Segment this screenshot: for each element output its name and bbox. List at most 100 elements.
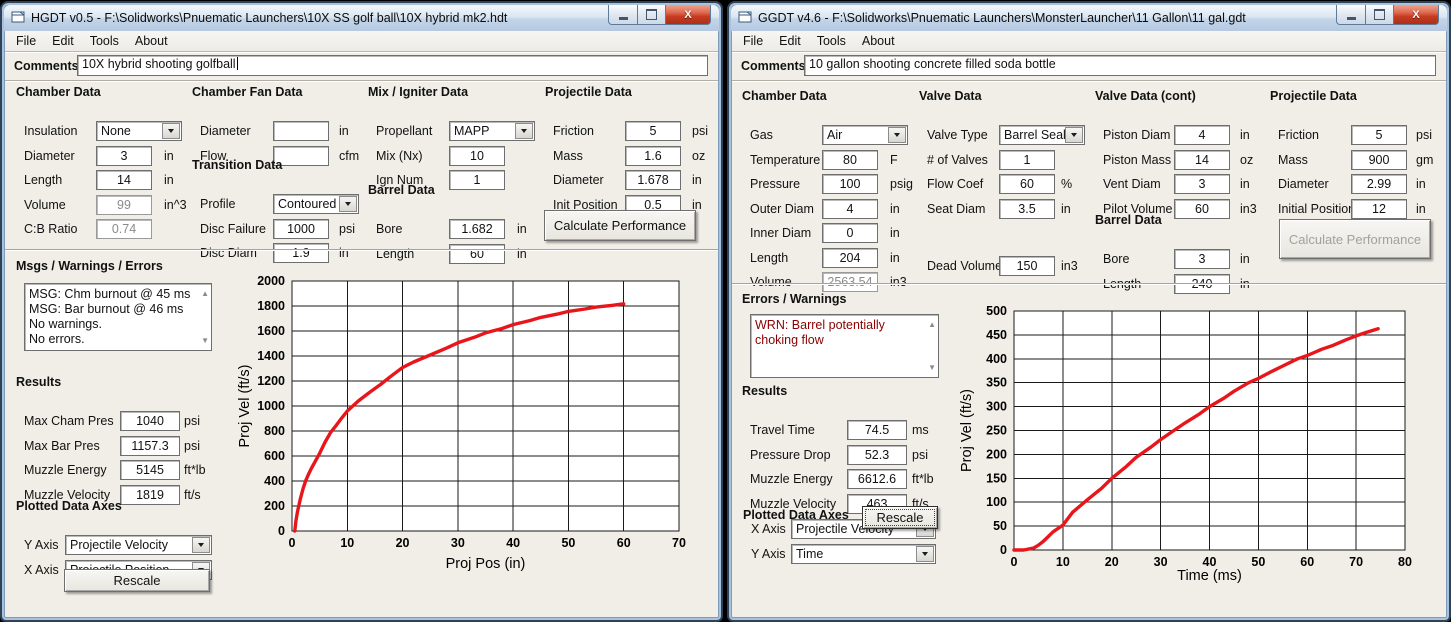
errors-box[interactable]: WRN: Barrel potentially choking flow ▲ ▼ <box>750 314 939 378</box>
menu-about[interactable]: About <box>854 34 903 48</box>
close-button[interactable]: X <box>1394 5 1439 25</box>
x-tick-label: 30 <box>451 536 465 550</box>
proj-mass-field[interactable]: 900 <box>1351 150 1407 170</box>
y-axis-dropdown[interactable]: Time <box>791 544 936 564</box>
piston-diam-field[interactable]: 4 <box>1174 125 1230 145</box>
profile-dropdown[interactable]: Contoured <box>273 194 359 214</box>
vent-diam-unit: in <box>1240 177 1250 191</box>
rescale-button[interactable]: Rescale <box>862 506 938 529</box>
pressure-field[interactable]: 100 <box>822 174 878 194</box>
pressure-drop-field[interactable]: 52.3 <box>847 445 907 465</box>
temperature-field[interactable]: 80 <box>822 150 878 170</box>
scroll-down-icon[interactable]: ▼ <box>201 333 209 348</box>
chevron-down-icon[interactable] <box>1065 127 1083 143</box>
disc-failure-unit: psi <box>339 222 355 236</box>
flow-coef-field[interactable]: 60 <box>999 174 1055 194</box>
menu-tools[interactable]: Tools <box>82 34 127 48</box>
seat-diam-row: Seat Diam3.5in <box>919 199 1101 224</box>
menu-about[interactable]: About <box>127 34 176 48</box>
scroll-up-icon[interactable]: ▲ <box>928 317 936 332</box>
chamber-fan-header: Chamber Fan Data <box>192 85 374 99</box>
travel-time-field[interactable]: 74.5 <box>847 420 907 440</box>
section-results: Results Max Cham Pres1040psiMax Bar Pres… <box>16 375 198 509</box>
mix-nx-field[interactable]: 10 <box>449 146 505 166</box>
friction-field[interactable]: 5 <box>1351 125 1407 145</box>
maximize-button[interactable] <box>637 5 666 25</box>
profile-row: ProfileContoured <box>192 194 374 219</box>
chevron-down-icon[interactable] <box>339 196 357 212</box>
window-title: HGDT v0.5 - F:\Solidworks\Pnuematic Laun… <box>31 11 507 25</box>
menu-edit[interactable]: Edit <box>771 34 809 48</box>
chamber-length-field[interactable]: 14 <box>96 170 152 190</box>
bore-field[interactable]: 1.682 <box>449 219 505 239</box>
max-bar-pres-field[interactable]: 1157.3 <box>120 436 180 456</box>
close-icon: X <box>684 9 691 21</box>
insulation-dropdown[interactable]: None <box>96 121 182 141</box>
minimize-button[interactable] <box>1336 5 1365 25</box>
comments-input[interactable]: 10X hybrid shooting golfball <box>77 55 708 76</box>
initial-position-field[interactable]: 12 <box>1351 199 1407 219</box>
minimize-button[interactable] <box>608 5 637 25</box>
proj-mass-field[interactable]: 1.6 <box>625 146 681 166</box>
close-button[interactable]: X <box>666 5 711 25</box>
dead-volume-field[interactable]: 150 <box>999 256 1055 276</box>
y-tick-label: 50 <box>993 519 1007 533</box>
friction-field[interactable]: 5 <box>625 121 681 141</box>
proj-diameter-field[interactable]: 1.678 <box>625 170 681 190</box>
propellant-value: MAPP <box>454 124 489 138</box>
friction-row: Friction5psi <box>545 121 727 146</box>
cb-ratio-label: C:B Ratio <box>24 222 78 236</box>
chevron-down-icon[interactable] <box>515 123 533 139</box>
y-tick-label: 450 <box>986 328 1007 342</box>
muzzle-energy-field[interactable]: 5145 <box>120 460 180 480</box>
messages-box[interactable]: MSG: Chm burnout @ 45 ms MSG: Bar burnou… <box>24 283 212 351</box>
max-cham-pres-field[interactable]: 1040 <box>120 411 180 431</box>
outer-diam-field[interactable]: 4 <box>822 199 878 219</box>
mix-igniter-header: Mix / Igniter Data <box>368 85 550 99</box>
num-valves-field[interactable]: 1 <box>999 150 1055 170</box>
muzzle-energy-field[interactable]: 6612.6 <box>847 469 907 489</box>
chevron-down-icon[interactable] <box>162 123 180 139</box>
piston-diam-row: Piston Diam4in <box>1095 125 1277 150</box>
max-bar-pres-row: Max Bar Pres1157.3psi <box>16 436 198 461</box>
chamber-length-field[interactable]: 204 <box>822 248 878 268</box>
scroll-up-icon[interactable]: ▲ <box>201 286 209 301</box>
piston-mass-field[interactable]: 14 <box>1174 150 1230 170</box>
mix-nx-label: Mix (Nx) <box>376 149 423 163</box>
valve-type-dropdown[interactable]: Barrel Seal <box>999 125 1085 145</box>
chamber-data-header: Chamber Data <box>16 85 198 99</box>
piston-mass-unit: oz <box>1240 153 1253 167</box>
title-bar[interactable]: GGDT v4.6 - F:\Solidworks\Pnuematic Laun… <box>731 5 1447 32</box>
insulation-value: None <box>101 124 131 138</box>
bore-field[interactable]: 3 <box>1174 249 1230 269</box>
chevron-down-icon[interactable] <box>888 127 906 143</box>
y-axis-dropdown[interactable]: Projectile Velocity <box>65 535 212 555</box>
chamber-diameter-field[interactable]: 3 <box>96 146 152 166</box>
fan-diameter-field[interactable] <box>273 121 329 141</box>
gas-dropdown[interactable]: Air <box>822 125 908 145</box>
seat-diam-field[interactable]: 3.5 <box>999 199 1055 219</box>
hgdt-window: HGDT v0.5 - F:\Solidworks\Pnuematic Laun… <box>0 1 723 622</box>
comments-input[interactable]: 10 gallon shooting concrete filled soda … <box>804 55 1436 76</box>
y-axis-value: Projectile Velocity <box>70 538 168 552</box>
proj-mass-unit: gm <box>1416 153 1433 167</box>
proj-diameter-field[interactable]: 2.99 <box>1351 174 1407 194</box>
vent-diam-label: Vent Diam <box>1103 177 1161 191</box>
chevron-down-icon[interactable] <box>916 546 934 562</box>
maximize-button[interactable] <box>1365 5 1394 25</box>
title-bar[interactable]: HGDT v0.5 - F:\Solidworks\Pnuematic Laun… <box>4 5 719 32</box>
menu-edit[interactable]: Edit <box>44 34 82 48</box>
menu-file[interactable]: File <box>8 34 44 48</box>
rescale-button[interactable]: Rescale <box>64 569 210 592</box>
disc-failure-field[interactable]: 1000 <box>273 219 329 239</box>
scroll-down-icon[interactable]: ▼ <box>928 360 936 375</box>
inner-diam-field[interactable]: 0 <box>822 223 878 243</box>
calculate-performance-button[interactable]: Calculate Performance <box>544 210 696 241</box>
insulation-row: InsulationNone <box>16 121 198 146</box>
vent-diam-field[interactable]: 3 <box>1174 174 1230 194</box>
menu-tools[interactable]: Tools <box>809 34 854 48</box>
propellant-dropdown[interactable]: MAPP <box>449 121 535 141</box>
gas-label: Gas <box>750 128 773 142</box>
chevron-down-icon[interactable] <box>192 537 210 553</box>
menu-file[interactable]: File <box>735 34 771 48</box>
